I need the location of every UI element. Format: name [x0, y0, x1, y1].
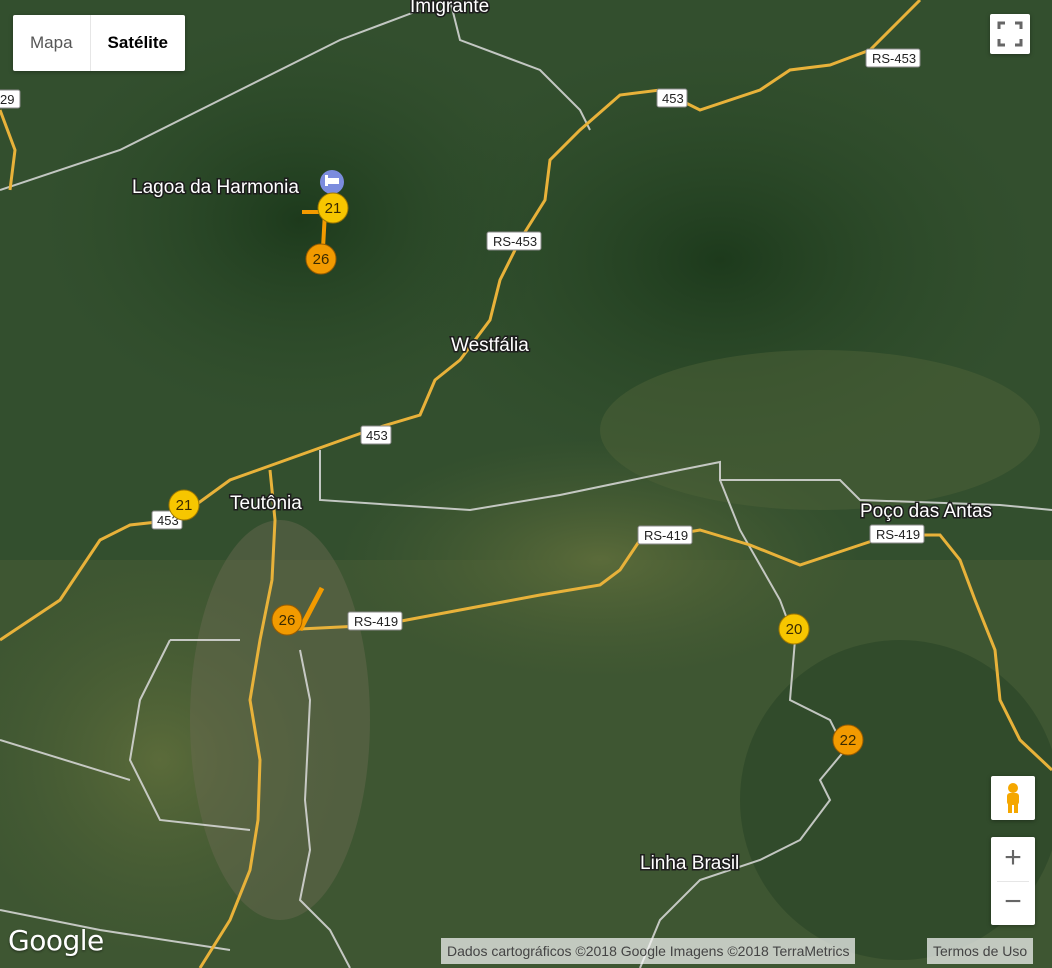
google-logo[interactable]: Google: [8, 924, 104, 957]
map-type-mapa-button[interactable]: Mapa: [13, 15, 91, 71]
svg-text:22: 22: [840, 732, 857, 749]
marker-21[interactable]: 21: [317, 192, 349, 224]
road-shield-rs-419: RS-419: [637, 525, 693, 545]
svg-text:RS-419: RS-419: [876, 527, 920, 542]
terms-of-use-link[interactable]: Termos de Uso: [927, 938, 1034, 964]
road-shield-rs-453: RS-453: [486, 231, 542, 251]
road-shield-453: 453: [360, 425, 392, 445]
svg-text:21: 21: [176, 497, 193, 514]
zoom-out-button[interactable]: −: [991, 881, 1035, 925]
fullscreen-button[interactable]: [990, 14, 1030, 54]
map-attribution: Dados cartográficos ©2018 Google Imagens…: [441, 938, 856, 964]
marker-26[interactable]: 26: [271, 604, 303, 636]
map-type-satellite-button[interactable]: Satélite: [91, 15, 185, 71]
svg-text:26: 26: [279, 612, 296, 629]
satellite-map[interactable]: Imigrante Lagoa da Harmonia Westfália Te…: [0, 0, 1052, 968]
place-label-poco-das-antas: Poço das Antas: [860, 501, 992, 522]
zoom-in-button[interactable]: +: [991, 837, 1035, 881]
svg-text:RS-453: RS-453: [493, 234, 537, 249]
hotel-icon[interactable]: [320, 170, 344, 194]
svg-text:20: 20: [786, 621, 803, 638]
road-shield-rs-453: RS-453: [865, 48, 921, 68]
zoom-control: + −: [991, 837, 1035, 925]
road-shield-453: 453: [656, 88, 688, 108]
place-label-teutonia: Teutônia: [230, 493, 302, 514]
place-label-imigrante: Imigrante: [410, 0, 489, 17]
map-type-control: Mapa Satélite: [13, 15, 186, 71]
pegman-icon: [1007, 783, 1019, 813]
svg-text:29: 29: [0, 92, 14, 107]
svg-text:26: 26: [313, 251, 330, 268]
zoom-divider: [997, 881, 1029, 882]
street-view-pegman-button[interactable]: [991, 776, 1035, 820]
place-label-linha-brasil: Linha Brasil: [640, 853, 739, 874]
road-shield-rs-419: RS-419: [869, 524, 925, 544]
road-shield-29: 29: [0, 89, 21, 109]
svg-text:RS-453: RS-453: [872, 51, 916, 66]
road-shield-rs-419: RS-419: [347, 611, 403, 631]
svg-text:453: 453: [662, 91, 684, 106]
fullscreen-icon: [997, 21, 1023, 47]
svg-text:RS-419: RS-419: [644, 528, 688, 543]
svg-text:RS-419: RS-419: [354, 614, 398, 629]
marker-21[interactable]: 21: [168, 489, 200, 521]
marker-20[interactable]: 20: [778, 613, 810, 645]
svg-text:453: 453: [366, 428, 388, 443]
marker-26[interactable]: 26: [305, 243, 337, 275]
place-label-lagoa-da-harmonia: Lagoa da Harmonia: [132, 177, 299, 198]
svg-text:21: 21: [325, 200, 342, 217]
marker-22[interactable]: 22: [832, 724, 864, 756]
place-label-westfalia: Westfália: [451, 335, 529, 356]
